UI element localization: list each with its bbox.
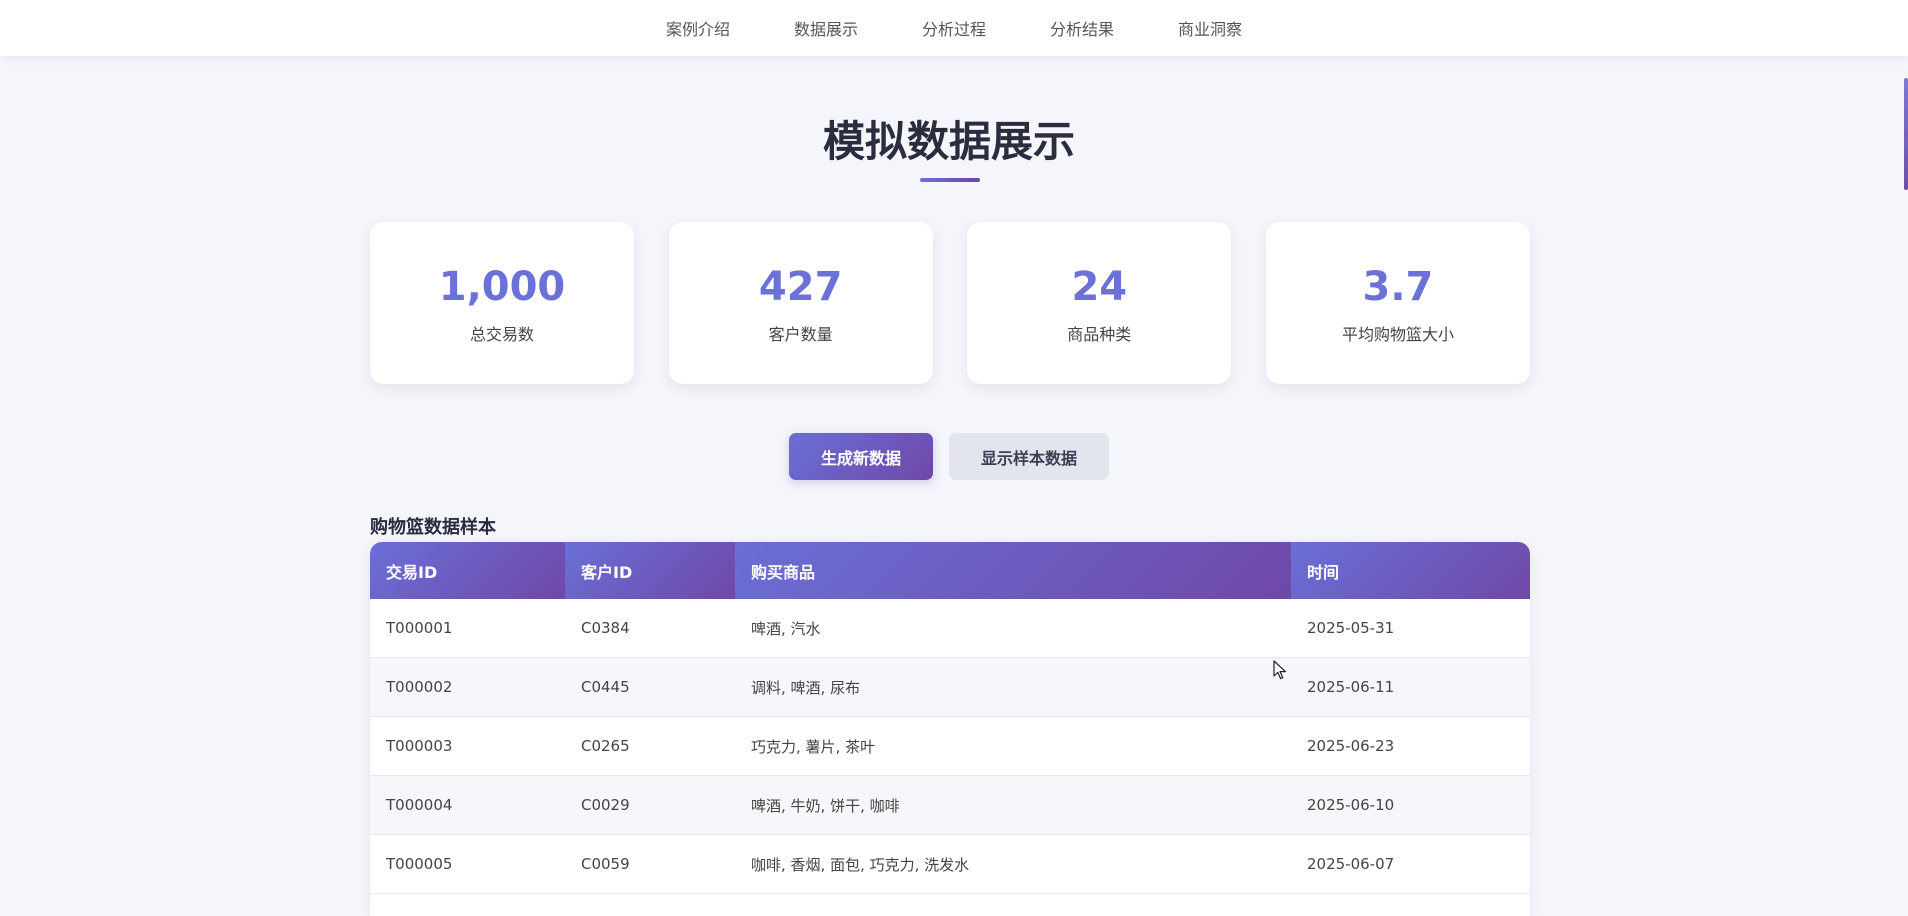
top-navigation: 案例介绍 数据展示 分析过程 分析结果 商业洞察 [0, 0, 1908, 56]
stats-grid: 1,000 总交易数 427 客户数量 24 商品种类 3.7 平均购物篮大小 [370, 222, 1530, 384]
stat-card-customer-count: 427 客户数量 [668, 222, 933, 384]
table-header-row: 交易ID 客户ID 购买商品 时间 [370, 542, 1530, 599]
nav-link-analysis-process[interactable]: 分析过程 [922, 16, 986, 40]
cell-time: 2025-05-31 [1291, 599, 1530, 658]
stat-value: 427 [758, 264, 843, 310]
show-sample-button[interactable]: 显示样本数据 [949, 433, 1109, 480]
cell-transaction-id: T000003 [370, 716, 565, 776]
column-header-transaction-id: 交易ID [370, 542, 565, 599]
stat-label: 商品种类 [1067, 325, 1132, 344]
cell-items: 啤酒, 汽水 [735, 599, 1291, 658]
table-row: T000001 C0384 啤酒, 汽水 2025-05-31 [370, 599, 1530, 658]
nav-link-case-intro[interactable]: 案例介绍 [666, 16, 730, 40]
table-row: T000005 C0059 咖啡, 香烟, 面包, 巧克力, 洗发水 2025-… [370, 834, 1530, 894]
section-title: 模拟数据展示 [822, 117, 1075, 166]
column-header-items: 购买商品 [735, 542, 1291, 599]
column-header-customer-id: 客户ID [565, 542, 735, 599]
basket-data-table: 交易ID 客户ID 购买商品 时间 T000001 C0384 啤酒, 汽水 2… [370, 542, 1530, 916]
cell-items: 咖啡, 香烟, 面包, 巧克力, 洗发水 [735, 834, 1291, 894]
table-row: T000004 C0029 啤酒, 牛奶, 饼干, 咖啡 2025-06-10 [370, 775, 1530, 835]
nav-link-business-insights[interactable]: 商业洞察 [1178, 16, 1242, 40]
stat-label: 平均购物篮大小 [1341, 325, 1454, 344]
table-caption: 购物篮数据样本 [370, 517, 496, 538]
stat-value: 1,000 [438, 264, 566, 310]
generate-data-button[interactable]: 生成新数据 [789, 433, 933, 480]
cell-time: 2025-06-11 [1291, 657, 1530, 717]
title-underline [920, 178, 980, 182]
stat-card-product-categories: 24 商品种类 [967, 222, 1232, 384]
cell-transaction-id: T000004 [370, 775, 565, 835]
cell-customer-id: C0265 [565, 716, 735, 776]
stat-value: 24 [1071, 264, 1128, 310]
scrollbar-thumb[interactable] [1904, 78, 1908, 190]
stat-card-avg-basket-size: 3.7 平均购物篮大小 [1265, 222, 1530, 384]
nav-link-analysis-results[interactable]: 分析结果 [1050, 16, 1114, 40]
table-row: T000002 C0445 调料, 啤酒, 尿布 2025-06-11 [370, 657, 1530, 717]
cell-time: 2025-06-23 [1291, 716, 1530, 776]
cell-customer-id: C0384 [565, 599, 735, 658]
cell-time: 2025-06-10 [1291, 775, 1530, 835]
cell-items: 调料, 啤酒, 尿布 [735, 657, 1291, 717]
cell-customer-id: C0445 [565, 657, 735, 717]
cell-transaction-id: T000005 [370, 834, 565, 894]
action-buttons: 生成新数据 显示样本数据 [0, 433, 1898, 480]
cell-transaction-id: T000001 [370, 599, 565, 658]
nav-link-data-display[interactable]: 数据展示 [794, 16, 858, 40]
cell-customer-id: C0059 [565, 834, 735, 894]
table-row: T000003 C0265 巧克力, 薯片, 茶叶 2025-06-23 [370, 716, 1530, 776]
stat-label: 客户数量 [768, 325, 833, 344]
cell-customer-id: C0029 [565, 775, 735, 835]
cell-items: 巧克力, 薯片, 茶叶 [735, 716, 1291, 776]
stat-value: 3.7 [1362, 264, 1434, 310]
stat-label: 总交易数 [469, 325, 534, 344]
mouse-pointer-icon [1273, 660, 1286, 680]
cell-time: 2025-06-07 [1291, 834, 1530, 894]
cell-items: 啤酒, 牛奶, 饼干, 咖啡 [735, 775, 1291, 835]
cell-transaction-id: T000002 [370, 657, 565, 717]
column-header-time: 时间 [1291, 542, 1530, 599]
stat-card-total-transactions: 1,000 总交易数 [370, 222, 634, 384]
